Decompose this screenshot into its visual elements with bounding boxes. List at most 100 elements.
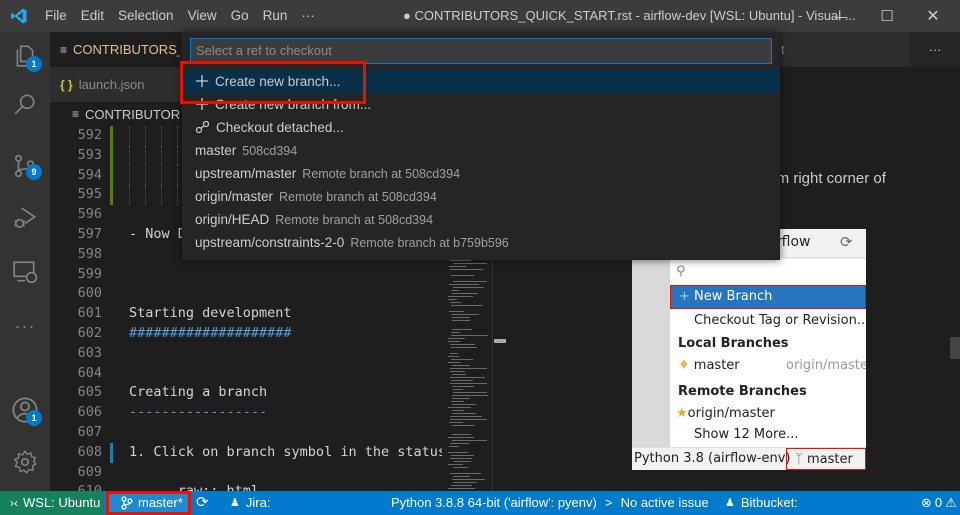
ref-name: origin/HEAD <box>195 212 270 227</box>
source-control-button[interactable]: 9 <box>0 144 50 188</box>
sync-button[interactable]: ⟳ <box>196 491 209 515</box>
minimap-line <box>453 476 470 477</box>
minimap-line <box>448 407 471 408</box>
ref-name: upstream/constraints-2-0 <box>195 235 345 250</box>
menu-run[interactable]: Run <box>256 0 295 32</box>
code-line[interactable]: 610 .. raw:: html <box>50 482 442 491</box>
line-number: 603 <box>77 344 102 361</box>
gutter-change-marker[interactable] <box>110 126 113 146</box>
maximize-button[interactable]: ☐ <box>864 0 910 32</box>
minimap-line <box>453 392 487 393</box>
code-line[interactable]: 607 <box>50 423 442 443</box>
remote-explorer-button[interactable] <box>0 248 50 296</box>
ref-description: Remote branch at b759b596 <box>350 236 509 250</box>
code-line[interactable]: 605 Creating a branch <box>50 383 442 403</box>
code-text: Starting development <box>129 305 292 322</box>
menu-file[interactable]: File <box>38 0 74 32</box>
more-views-button[interactable]: ··· <box>0 302 50 350</box>
branch-icon: ᛉ <box>795 452 803 467</box>
minimap-line <box>452 386 474 387</box>
problems-status-item[interactable]: ⊗ 0 ⚠ <box>921 491 957 515</box>
minimap-line <box>452 365 470 366</box>
embedded-show-more: Show 12 More... <box>694 427 799 442</box>
line-number: 593 <box>77 146 102 163</box>
code-line[interactable]: 608 1. Click on branch symbol in the stat… <box>50 442 442 463</box>
code-text: ----------------- <box>129 404 268 421</box>
minimap-line <box>452 440 487 441</box>
line-number: 592 <box>77 127 102 143</box>
code-line[interactable]: 600 <box>50 284 442 304</box>
activity-bar: 1 9 ··· 1 <box>0 32 50 491</box>
minimap-line <box>448 362 461 363</box>
menu-view[interactable]: View <box>181 0 224 32</box>
quick-pick-ref[interactable]: origin/HEAD Remote branch at 508cd394 <box>182 208 780 231</box>
error-count: 0 <box>934 495 943 510</box>
star-icon: ★ <box>676 406 688 421</box>
menu-selection[interactable]: Selection <box>111 0 181 32</box>
tab-contributors-quick-start[interactable]: ≡ CONTRIBUTORS_Q <box>50 32 180 67</box>
minimap-line <box>452 425 475 426</box>
minimize-button[interactable]: — <box>818 0 864 32</box>
code-line[interactable]: 601 Starting development <box>50 304 442 324</box>
close-button[interactable]: ✕ <box>910 0 956 32</box>
scrollbar-thumb[interactable] <box>494 339 506 343</box>
quick-pick-ref[interactable]: upstream/constraints-2-0 Remote branch at… <box>182 231 780 254</box>
minimap-line <box>451 380 473 381</box>
code-line[interactable]: 603 <box>50 344 442 364</box>
explorer-button[interactable]: 1 <box>0 32 50 80</box>
minimap-line <box>449 266 466 267</box>
gutter-change-marker[interactable] <box>110 165 113 186</box>
explorer-badge: 1 <box>26 56 42 72</box>
line-number: 595 <box>77 186 102 203</box>
code-line[interactable]: 609 <box>50 463 442 483</box>
indent-guide <box>145 185 146 206</box>
preview-scrollbar-thumb[interactable] <box>950 337 960 359</box>
bitbucket-status-item[interactable]: ♟ Bitbucket: <box>725 491 798 515</box>
code-line[interactable]: 602 #################### <box>50 324 442 344</box>
more-actions-button[interactable]: ··· <box>910 32 960 67</box>
code-line[interactable]: 606 ----------------- <box>50 403 442 423</box>
python-interpreter[interactable]: Python 3.8.8 64-bit ('airflow': pyenv) <box>391 491 597 515</box>
ref-description: Remote branch at 508cd394 <box>275 213 434 227</box>
gutter-change-marker[interactable] <box>110 185 113 206</box>
quick-pick-action[interactable]: Checkout detached... <box>182 116 780 139</box>
accounts-button[interactable]: 1 <box>0 386 50 434</box>
embedded-branch-popup: ⚲ + New Branch Checkout Tag or Revision.… <box>670 259 866 447</box>
minimap-line <box>453 263 487 264</box>
active-issue-item[interactable]: > No active issue <box>605 491 709 515</box>
minimap-line <box>451 314 479 315</box>
line-number: 604 <box>77 364 102 381</box>
breadcrumb-file[interactable]: CONTRIBUTORS_QUICK_START.rst <box>85 107 180 122</box>
tab-preview[interactable]: t <box>778 32 910 67</box>
gutter-change-marker[interactable] <box>110 145 113 166</box>
breadcrumb[interactable]: ≡ CONTRIBUTORS_QUICK_START.rst <box>50 102 180 126</box>
tag-icon: ♦ <box>678 358 690 373</box>
code-line[interactable]: 599 <box>50 265 442 285</box>
tab-label: t <box>781 42 785 57</box>
menu-go[interactable]: Go <box>224 0 256 32</box>
minimap-line <box>448 296 473 297</box>
remote-indicator[interactable]: ›‹ WSL: Ubuntu <box>0 491 104 515</box>
jira-status-item[interactable]: ♟ Jira: <box>230 491 270 515</box>
quick-pick-ref[interactable]: origin/master Remote branch at 508cd394 <box>182 185 780 208</box>
branch-status-item[interactable]: master* <box>106 491 191 515</box>
indent-guide <box>145 145 146 166</box>
embedded-remote-branch: ★origin/master <box>670 403 866 424</box>
minimap-line <box>451 485 472 486</box>
search-button[interactable] <box>0 80 50 128</box>
quick-pick-ref[interactable]: upstream/master Remote branch at 508cd394 <box>182 162 780 185</box>
run-debug-button[interactable] <box>0 194 50 242</box>
gutter-change-marker[interactable] <box>110 442 113 463</box>
code-text: 1. Click on branch symbol in the status <box>129 443 442 460</box>
indent-guide <box>129 145 130 166</box>
menu-more[interactable]: ··· <box>294 0 322 32</box>
tab-launch-json[interactable]: { } launch.json <box>50 67 180 102</box>
minimap-line <box>449 311 464 312</box>
minimap-line <box>450 458 472 459</box>
minimap-line <box>450 302 461 303</box>
quick-pick-ref[interactable]: master 508cd394 <box>182 139 780 162</box>
code-line[interactable]: 604 <box>50 364 442 384</box>
menu-bar: File Edit Selection View Go Run ··· <box>38 0 322 32</box>
menu-edit[interactable]: Edit <box>74 0 111 32</box>
manage-button[interactable] <box>0 438 50 486</box>
